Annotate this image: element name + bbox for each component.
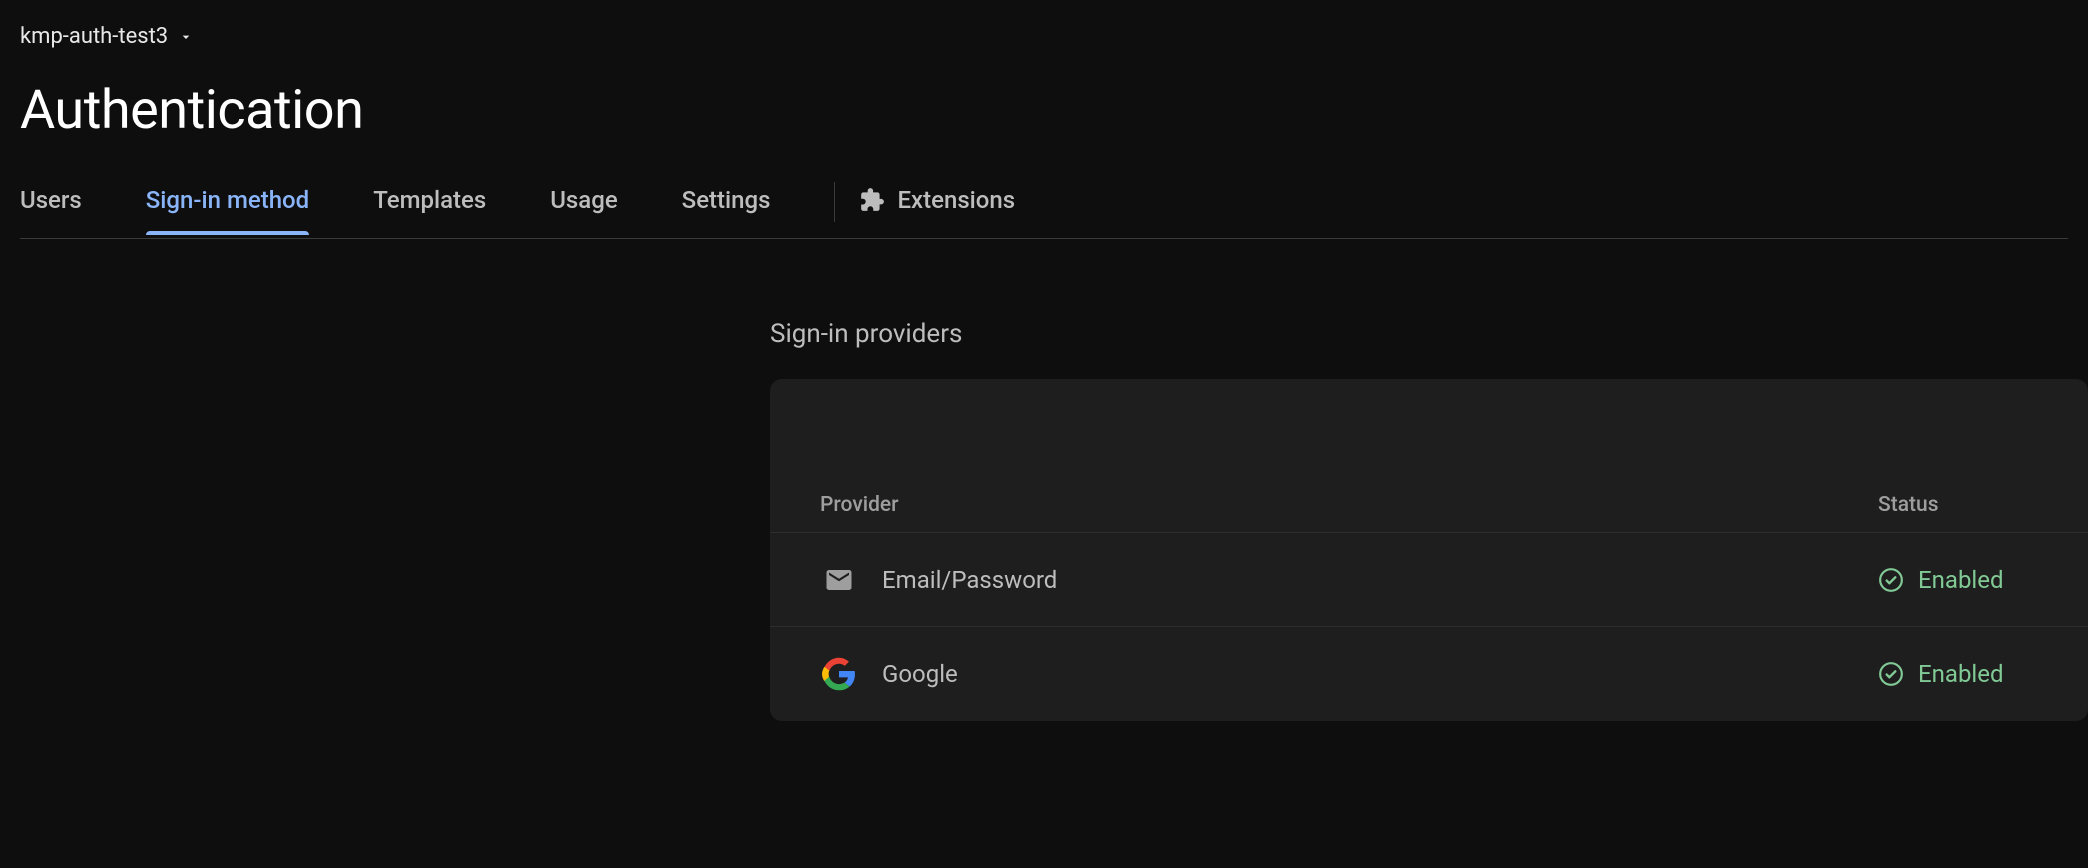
provider-name: Google — [882, 660, 958, 688]
tab-sign-in-method[interactable]: Sign-in method — [146, 186, 341, 234]
check-circle-icon — [1878, 661, 1904, 687]
provider-status: Enabled — [1878, 660, 2038, 688]
tab-settings[interactable]: Settings — [682, 186, 803, 234]
project-selector[interactable]: kmp-auth-test3 — [20, 20, 194, 53]
chevron-down-icon — [178, 29, 194, 45]
provider-name: Email/Password — [882, 566, 1057, 594]
tabs: Users Sign-in method Templates Usage Set… — [20, 182, 2068, 239]
table-header: Provider Status — [770, 477, 2088, 533]
providers-card: Provider Status Email/Password Enabled — [770, 379, 2088, 721]
puzzle-icon — [859, 187, 885, 213]
check-circle-icon — [1878, 567, 1904, 593]
page-title: Authentication — [20, 79, 2068, 142]
provider-status: Enabled — [1878, 566, 2038, 594]
tab-extensions-label: Extensions — [897, 186, 1015, 214]
tab-templates[interactable]: Templates — [373, 186, 518, 234]
email-icon — [820, 561, 858, 599]
status-label: Enabled — [1918, 566, 2004, 594]
project-name: kmp-auth-test3 — [20, 24, 168, 49]
tab-usage[interactable]: Usage — [550, 186, 649, 234]
provider-row-google[interactable]: Google Enabled — [770, 627, 2088, 721]
status-label: Enabled — [1918, 660, 2004, 688]
column-header-provider: Provider — [820, 493, 1878, 517]
tab-divider — [834, 182, 835, 222]
provider-row-email-password[interactable]: Email/Password Enabled — [770, 533, 2088, 627]
tab-users[interactable]: Users — [20, 186, 114, 234]
section-title: Sign-in providers — [770, 319, 2088, 349]
column-header-status: Status — [1878, 493, 2038, 517]
tab-extensions[interactable]: Extensions — [859, 186, 1047, 234]
google-icon — [820, 655, 858, 693]
